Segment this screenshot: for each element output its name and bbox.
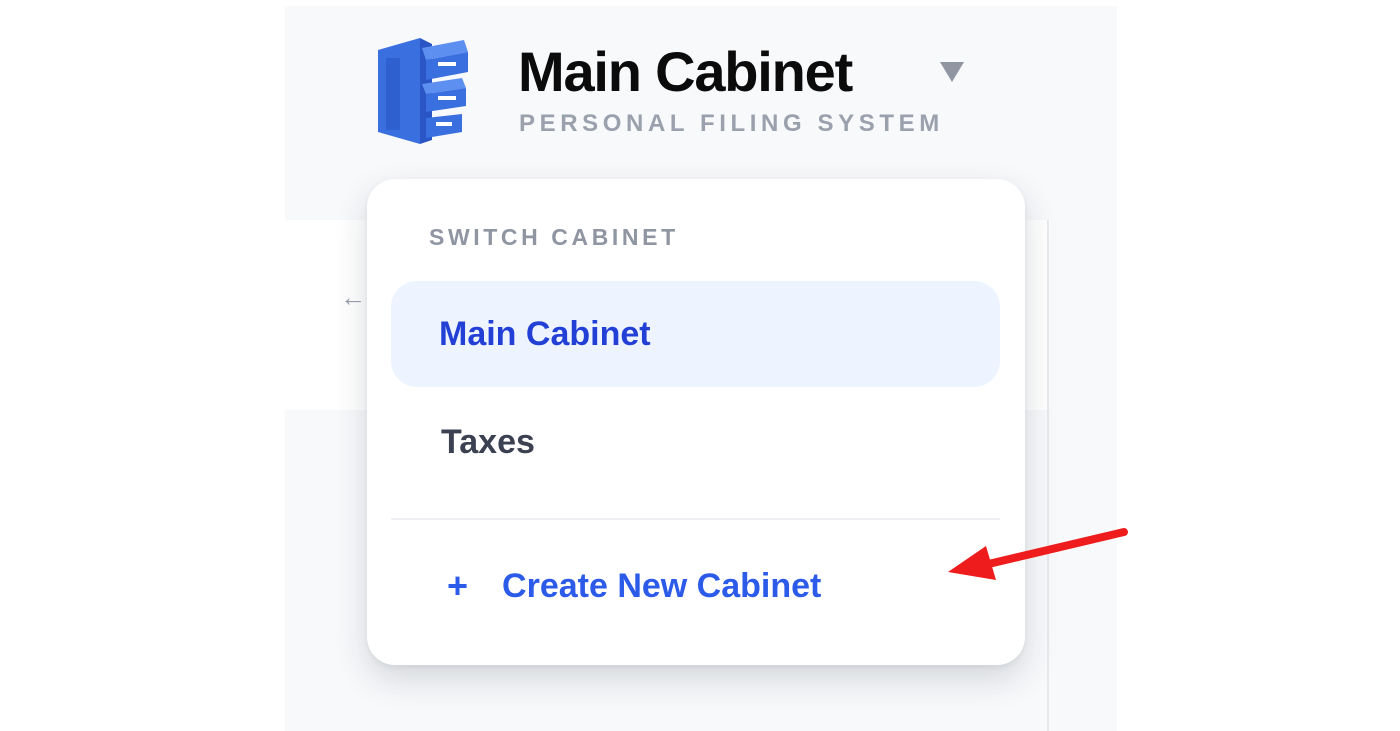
dropdown-divider [391,518,1000,520]
cabinet-switcher-dropdown: SWITCH CABINET Main Cabinet Taxes + Crea… [367,179,1025,665]
cabinet-option-label: Main Cabinet [439,314,651,353]
cabinet-subtitle: PERSONAL FILING SYSTEM [519,110,944,137]
cabinet-option-main-cabinet[interactable]: Main Cabinet [391,281,1000,387]
create-new-cabinet-button[interactable]: + Create New Cabinet [391,534,1000,638]
cabinet-title[interactable]: Main Cabinet [518,38,853,106]
plus-icon: + [447,565,469,606]
dropdown-heading: SWITCH CABINET [429,224,679,250]
annotation-arrow-icon [948,528,1128,580]
cabinet-option-label: Taxes [441,422,535,461]
back-arrow-icon[interactable]: ← [340,282,366,312]
filing-cabinet-icon [378,38,468,144]
caret-down-icon[interactable] [940,62,964,82]
content-divider [1047,220,1049,731]
create-cabinet-label: Create New Cabinet [502,566,822,605]
screenshot: ← Main Cabinet PERSONAL FILING SYSTEM SW… [0,0,1400,731]
cabinet-option-taxes[interactable]: Taxes [391,389,1000,495]
